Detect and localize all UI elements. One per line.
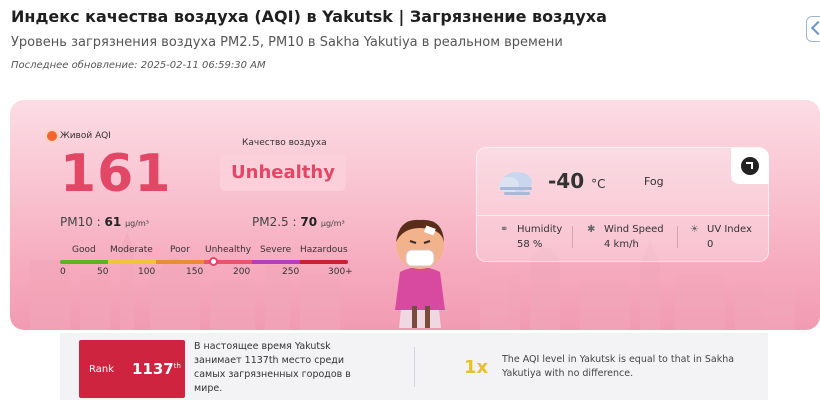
aqi-scale-category: Poor (170, 245, 190, 255)
wind-icon: ✱ (587, 224, 596, 235)
aqi-scale-segment (300, 260, 348, 264)
aqi-scale-tick: 150 (186, 267, 204, 277)
aqi-scale-category: Good (72, 245, 96, 255)
uv-icon: ☀ (690, 224, 699, 235)
air-quality-label: Качество воздуха (242, 138, 327, 148)
rank-description: В настоящее время Yakutsk занимает 1137t… (194, 341, 351, 394)
temperature: -40 °C (548, 169, 606, 193)
humidity-icon: ⚭ (500, 224, 509, 235)
aqi-scale-tick: 200 (233, 267, 251, 277)
chevron-icon (810, 20, 820, 36)
weather-details-button[interactable] (731, 148, 769, 184)
pm10-value: 61 (104, 215, 122, 229)
page-subtitle: Уровень загрязнения воздуха PM2.5, PM10 … (11, 35, 563, 50)
live-aqi-label: Живой AQI (47, 131, 111, 141)
pm25-reading: PM2.5 : 70 µg/m³ (252, 215, 345, 229)
pm25-value: 70 (300, 215, 318, 229)
aqi-scale-category: Severe (260, 245, 292, 255)
aqi-scale-categories: Good Moderate Poor Unhealthy Severe Hazardous (60, 245, 350, 259)
aqi-scale-tick: 250 (282, 267, 300, 277)
sick-boy-mascot-illustration (395, 219, 445, 328)
expand-arrow-icon (741, 157, 759, 175)
comparison-multiplier: 1x (464, 357, 489, 378)
side-panel-button[interactable] (806, 16, 820, 42)
rank-label: Rank (89, 364, 114, 375)
rank-badge: Rank 1137th (79, 340, 185, 398)
humidity-value: 58 % (517, 239, 543, 250)
aqi-scale-segment (252, 260, 300, 264)
last-updated-timestamp: Последнее обновление: 2025-02-11 06:59:3… (11, 60, 266, 71)
uv-index-value: 0 (707, 239, 714, 250)
aqi-scale-segment (156, 260, 204, 264)
aqi-scale-tick: 300+ (328, 267, 353, 277)
comparison-description: The AQI level in Yakutsk is equal to tha… (502, 354, 735, 379)
aqi-scale-category: Unhealthy (205, 245, 252, 255)
live-indicator-dot (47, 131, 57, 141)
aqi-scale-segment (108, 260, 156, 264)
weather-divider (477, 215, 770, 216)
aqi-scale-tick: 50 (97, 267, 109, 277)
aqi-scale-category: Moderate (110, 245, 153, 255)
pm10-reading: PM10 : 61 µg/m³ (60, 215, 149, 229)
metric-separator (677, 226, 678, 248)
aqi-scale-tick: 100 (138, 267, 156, 277)
metric-separator (572, 226, 573, 248)
fog-cloud-icon (499, 172, 532, 195)
air-quality-status-badge: Unhealthy (220, 153, 346, 191)
aqi-scale-segment (60, 260, 108, 264)
page-title: Индекс качества воздуха (AQI) в Yakutsk … (11, 7, 607, 26)
aqi-scale-category: Hazardous (300, 245, 348, 255)
aqi-scale-marker (209, 257, 218, 266)
aqi-value: 161 (60, 144, 172, 204)
aqi-scale-ticks: 0 50 100 150 200 250 300+ (60, 267, 360, 279)
weather-card: -40 °C Fog ⚭ Humidity 58 % ✱ Wind Speed … (476, 147, 770, 262)
weather-condition: Fog (644, 175, 664, 188)
uv-index-metric: ☀ UV Index 0 (690, 224, 752, 250)
aqi-scale-tick: 0 (60, 267, 66, 277)
wind-speed-metric: ✱ Wind Speed 4 km/h (587, 224, 664, 250)
ranking-panel: Rank 1137th В настоящее время Yakutsk за… (60, 333, 768, 400)
aqi-scale-bar (60, 260, 348, 264)
rank-divider (414, 347, 415, 387)
humidity-metric: ⚭ Humidity 58 % (500, 224, 563, 250)
rank-value: 1137th (132, 360, 181, 378)
wind-speed-value: 4 km/h (604, 239, 639, 250)
aqi-summary-card: Живой AQI 161 Качество воздуха Unhealthy… (10, 100, 820, 330)
